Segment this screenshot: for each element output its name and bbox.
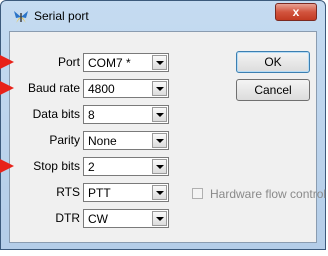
chevron-down-icon[interactable] [152,159,167,174]
stop-bits-select[interactable]: 2 [83,157,169,176]
dialog-body: Port COM7 * Baud rate 4800 Data bits 8 P… [9,31,326,243]
port-select[interactable]: COM7 * [83,53,169,72]
chevron-down-icon[interactable] [152,81,167,96]
chevron-down-icon[interactable] [152,55,167,70]
dtr-label: DTR [55,211,80,225]
red-arrow-marker-port [0,55,14,69]
chevron-down-icon[interactable] [152,133,167,148]
cancel-button[interactable]: Cancel [236,79,310,101]
hardware-flow-control-label: Hardware flow control [210,187,327,201]
serial-port-dialog: Serial port x Port COM7 * Baud rate 4800… [0,0,326,250]
data-bits-select[interactable]: 8 [83,105,169,124]
port-value: COM7 * [88,56,131,70]
parity-label: Parity [49,133,80,147]
window-title: Serial port [34,9,89,23]
dtr-value: CW [88,212,108,226]
hardware-flow-control-checkbox[interactable] [192,188,203,199]
baud-rate-select[interactable]: 4800 [83,79,169,98]
rts-select[interactable]: PTT [83,183,169,202]
ok-button[interactable]: OK [236,51,310,73]
data-bits-value: 8 [88,108,95,122]
baud-rate-value: 4800 [88,82,115,96]
red-arrow-marker-stop-bits [0,159,14,173]
red-arrow-marker-baud-rate [0,81,14,95]
stop-bits-label: Stop bits [33,159,80,173]
port-label: Port [57,55,80,69]
butterfly-app-icon [14,11,28,23]
baud-rate-label: Baud rate [27,81,80,95]
data-bits-label: Data bits [32,107,80,121]
dtr-select[interactable]: CW [83,209,169,228]
close-button[interactable]: x [275,3,317,21]
parity-select[interactable]: None [83,131,169,150]
chevron-down-icon[interactable] [152,211,167,226]
parity-value: None [88,134,117,148]
rts-label: RTS [56,185,80,199]
chevron-down-icon[interactable] [152,185,167,200]
stop-bits-value: 2 [88,160,95,174]
title-bar[interactable]: Serial port x [1,1,325,31]
rts-value: PTT [88,186,111,200]
chevron-down-icon[interactable] [152,107,167,122]
